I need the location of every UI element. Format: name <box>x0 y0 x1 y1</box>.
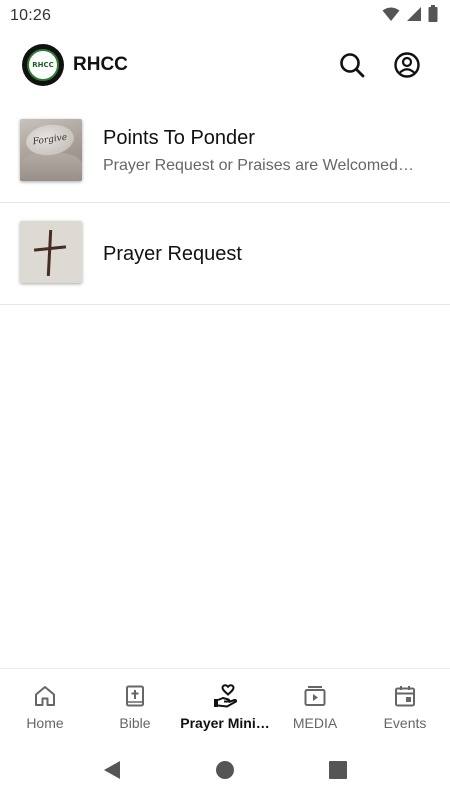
list-item-points-to-ponder[interactable]: Forgive Points To Ponder Prayer Request … <box>0 101 450 203</box>
list-item-subtitle: Prayer Request or Praises are Welcomed… <box>103 157 414 174</box>
nav-item-bible[interactable]: Bible <box>90 669 180 742</box>
nav-item-prayer-ministry[interactable]: Prayer Mini… <box>180 669 270 742</box>
home-circle-icon <box>216 761 234 779</box>
home-icon <box>32 683 58 709</box>
app-title: RHCC <box>73 54 128 75</box>
search-icon <box>340 53 365 78</box>
thumbnail-engraving: Forgive <box>32 132 68 148</box>
status-icons <box>382 5 438 27</box>
search-button[interactable] <box>337 50 367 80</box>
nav-item-media[interactable]: MEDIA <box>270 669 360 742</box>
app-logo[interactable]: RHCC <box>22 44 64 86</box>
status-bar: 10:26 <box>0 0 450 32</box>
battery-icon <box>428 5 438 27</box>
list-item-prayer-request[interactable]: Prayer Request <box>0 203 450 305</box>
content-list: Forgive Points To Ponder Prayer Request … <box>0 101 450 305</box>
hand-shape <box>20 153 82 181</box>
back-triangle-icon <box>104 761 120 779</box>
app-bar: RHCC RHCC <box>0 40 450 92</box>
system-home-button[interactable] <box>213 758 237 782</box>
nav-label-bible: Bible <box>119 715 151 731</box>
logo-badge: RHCC <box>27 49 59 81</box>
forgive-stone-thumbnail: Forgive <box>20 119 82 181</box>
recents-square-icon <box>329 761 347 779</box>
bible-icon <box>122 683 148 709</box>
nav-label-events: Events <box>383 715 427 731</box>
nav-item-home[interactable]: Home <box>0 669 90 742</box>
system-navigation-bar <box>0 742 450 800</box>
nav-item-events[interactable]: Events <box>360 669 450 742</box>
account-circle-icon <box>394 52 420 78</box>
signal-icon <box>406 6 422 27</box>
nav-label-media: MEDIA <box>292 715 338 731</box>
account-button[interactable] <box>392 50 422 80</box>
cross-thumbnail <box>20 221 82 283</box>
praying-hand-heart-icon <box>212 683 238 709</box>
list-item-title: Prayer Request <box>103 243 242 265</box>
calendar-icon <box>392 683 418 709</box>
wifi-icon <box>382 6 400 27</box>
nav-label-home: Home <box>26 715 64 731</box>
logo-text: RHCC <box>32 61 54 69</box>
cross-vertical-beam <box>46 229 53 277</box>
system-recents-button[interactable] <box>326 758 350 782</box>
media-icon <box>302 683 328 709</box>
stone-shape: Forgive <box>24 121 76 159</box>
nav-label-prayer-ministry: Prayer Mini… <box>180 715 270 731</box>
status-time: 10:26 <box>10 7 52 24</box>
bottom-navigation: Home Bible Prayer Mini… MEDIA Events <box>0 668 450 742</box>
system-back-button[interactable] <box>100 758 124 782</box>
list-item-title: Points To Ponder <box>103 127 255 149</box>
